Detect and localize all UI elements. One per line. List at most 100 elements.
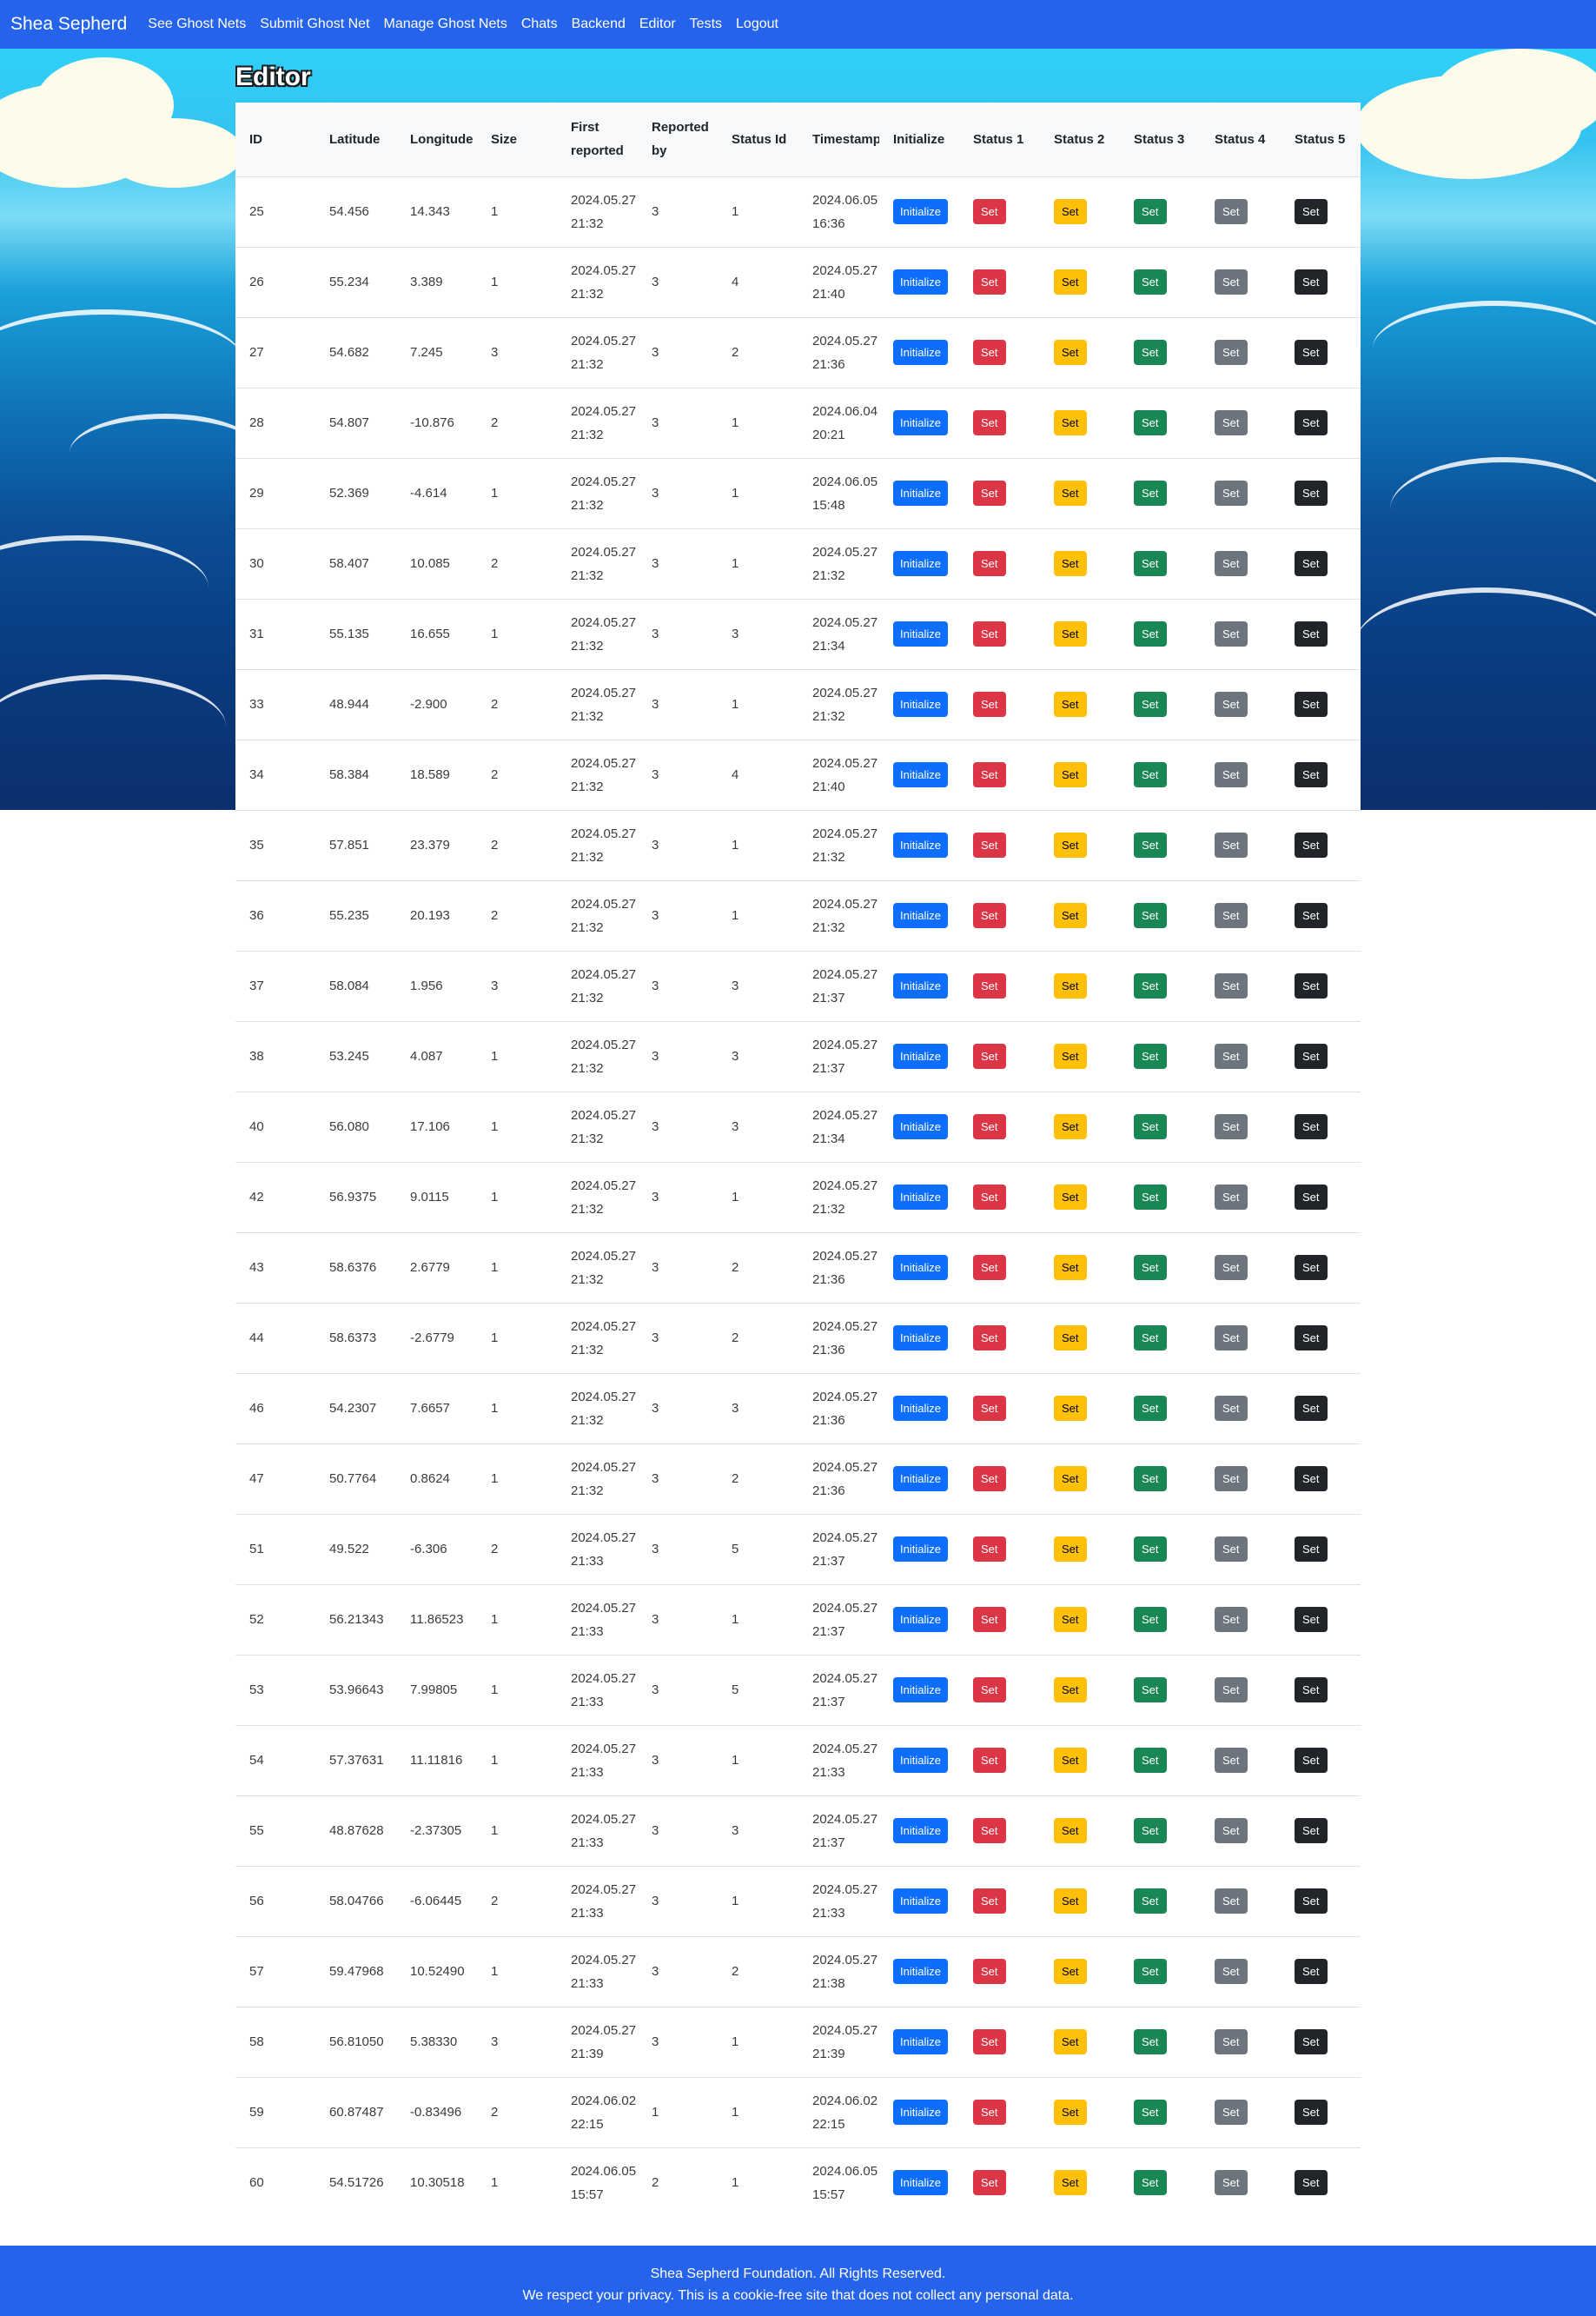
- status-5-set-button[interactable]: Set: [1295, 1185, 1328, 1210]
- status-3-set-button[interactable]: Set: [1134, 1748, 1167, 1773]
- initialize-button[interactable]: Initialize: [893, 1255, 948, 1280]
- initialize-button[interactable]: Initialize: [893, 1114, 948, 1139]
- status-2-set-button[interactable]: Set: [1054, 1818, 1087, 1843]
- status-1-set-button[interactable]: Set: [973, 1255, 1006, 1280]
- status-5-set-button[interactable]: Set: [1295, 692, 1328, 717]
- initialize-button[interactable]: Initialize: [893, 1396, 948, 1421]
- initialize-button[interactable]: Initialize: [893, 1959, 948, 1984]
- status-2-set-button[interactable]: Set: [1054, 2029, 1087, 2054]
- status-4-set-button[interactable]: Set: [1215, 973, 1248, 999]
- status-5-set-button[interactable]: Set: [1295, 2170, 1328, 2196]
- status-3-set-button[interactable]: Set: [1134, 1396, 1167, 1421]
- status-1-set-button[interactable]: Set: [973, 1396, 1006, 1421]
- status-3-set-button[interactable]: Set: [1134, 2100, 1167, 2125]
- status-4-set-button[interactable]: Set: [1215, 621, 1248, 647]
- status-1-set-button[interactable]: Set: [973, 2029, 1006, 2054]
- nav-link-chats[interactable]: Chats: [521, 17, 558, 32]
- status-1-set-button[interactable]: Set: [973, 410, 1006, 435]
- status-4-set-button[interactable]: Set: [1215, 1325, 1248, 1350]
- status-5-set-button[interactable]: Set: [1295, 973, 1328, 999]
- status-1-set-button[interactable]: Set: [973, 1677, 1006, 1702]
- status-5-set-button[interactable]: Set: [1295, 1888, 1328, 1914]
- status-3-set-button[interactable]: Set: [1134, 1466, 1167, 1491]
- status-3-set-button[interactable]: Set: [1134, 1044, 1167, 1069]
- initialize-button[interactable]: Initialize: [893, 410, 948, 435]
- status-5-set-button[interactable]: Set: [1295, 1536, 1328, 1562]
- status-3-set-button[interactable]: Set: [1134, 1607, 1167, 1632]
- status-3-set-button[interactable]: Set: [1134, 1325, 1167, 1350]
- status-3-set-button[interactable]: Set: [1134, 833, 1167, 858]
- initialize-button[interactable]: Initialize: [893, 481, 948, 506]
- initialize-button[interactable]: Initialize: [893, 269, 948, 295]
- status-2-set-button[interactable]: Set: [1054, 410, 1087, 435]
- status-5-set-button[interactable]: Set: [1295, 1396, 1328, 1421]
- status-3-set-button[interactable]: Set: [1134, 340, 1167, 365]
- status-1-set-button[interactable]: Set: [973, 2100, 1006, 2125]
- status-1-set-button[interactable]: Set: [973, 1536, 1006, 1562]
- initialize-button[interactable]: Initialize: [893, 2100, 948, 2125]
- status-4-set-button[interactable]: Set: [1215, 1607, 1248, 1632]
- status-3-set-button[interactable]: Set: [1134, 1255, 1167, 1280]
- status-5-set-button[interactable]: Set: [1295, 551, 1328, 576]
- status-3-set-button[interactable]: Set: [1134, 692, 1167, 717]
- status-5-set-button[interactable]: Set: [1295, 1677, 1328, 1702]
- initialize-button[interactable]: Initialize: [893, 762, 948, 787]
- status-5-set-button[interactable]: Set: [1295, 1044, 1328, 1069]
- status-3-set-button[interactable]: Set: [1134, 199, 1167, 224]
- initialize-button[interactable]: Initialize: [893, 1818, 948, 1843]
- status-4-set-button[interactable]: Set: [1215, 481, 1248, 506]
- status-3-set-button[interactable]: Set: [1134, 269, 1167, 295]
- status-2-set-button[interactable]: Set: [1054, 1396, 1087, 1421]
- status-2-set-button[interactable]: Set: [1054, 199, 1087, 224]
- status-5-set-button[interactable]: Set: [1295, 269, 1328, 295]
- status-1-set-button[interactable]: Set: [973, 903, 1006, 928]
- status-5-set-button[interactable]: Set: [1295, 1325, 1328, 1350]
- status-3-set-button[interactable]: Set: [1134, 551, 1167, 576]
- status-3-set-button[interactable]: Set: [1134, 1536, 1167, 1562]
- status-3-set-button[interactable]: Set: [1134, 481, 1167, 506]
- status-4-set-button[interactable]: Set: [1215, 551, 1248, 576]
- status-5-set-button[interactable]: Set: [1295, 1959, 1328, 1984]
- initialize-button[interactable]: Initialize: [893, 833, 948, 858]
- initialize-button[interactable]: Initialize: [893, 692, 948, 717]
- status-4-set-button[interactable]: Set: [1215, 1114, 1248, 1139]
- status-1-set-button[interactable]: Set: [973, 762, 1006, 787]
- status-1-set-button[interactable]: Set: [973, 833, 1006, 858]
- status-1-set-button[interactable]: Set: [973, 269, 1006, 295]
- initialize-button[interactable]: Initialize: [893, 1748, 948, 1773]
- status-2-set-button[interactable]: Set: [1054, 973, 1087, 999]
- status-4-set-button[interactable]: Set: [1215, 1748, 1248, 1773]
- status-5-set-button[interactable]: Set: [1295, 340, 1328, 365]
- initialize-button[interactable]: Initialize: [893, 1325, 948, 1350]
- status-1-set-button[interactable]: Set: [973, 1044, 1006, 1069]
- status-5-set-button[interactable]: Set: [1295, 1748, 1328, 1773]
- nav-link-backend[interactable]: Backend: [572, 17, 626, 32]
- status-1-set-button[interactable]: Set: [973, 2170, 1006, 2196]
- status-5-set-button[interactable]: Set: [1295, 2100, 1328, 2125]
- status-5-set-button[interactable]: Set: [1295, 762, 1328, 787]
- status-3-set-button[interactable]: Set: [1134, 1818, 1167, 1843]
- status-4-set-button[interactable]: Set: [1215, 1959, 1248, 1984]
- status-4-set-button[interactable]: Set: [1215, 340, 1248, 365]
- initialize-button[interactable]: Initialize: [893, 340, 948, 365]
- status-5-set-button[interactable]: Set: [1295, 481, 1328, 506]
- status-1-set-button[interactable]: Set: [973, 692, 1006, 717]
- status-2-set-button[interactable]: Set: [1054, 621, 1087, 647]
- status-1-set-button[interactable]: Set: [973, 1607, 1006, 1632]
- status-2-set-button[interactable]: Set: [1054, 762, 1087, 787]
- status-1-set-button[interactable]: Set: [973, 1185, 1006, 1210]
- status-4-set-button[interactable]: Set: [1215, 1185, 1248, 1210]
- status-3-set-button[interactable]: Set: [1134, 2029, 1167, 2054]
- initialize-button[interactable]: Initialize: [893, 199, 948, 224]
- initialize-button[interactable]: Initialize: [893, 1466, 948, 1491]
- nav-link-submit-ghost-net[interactable]: Submit Ghost Net: [260, 17, 369, 32]
- status-3-set-button[interactable]: Set: [1134, 1677, 1167, 1702]
- status-1-set-button[interactable]: Set: [973, 1466, 1006, 1491]
- status-3-set-button[interactable]: Set: [1134, 903, 1167, 928]
- nav-link-logout[interactable]: Logout: [736, 17, 778, 32]
- status-2-set-button[interactable]: Set: [1054, 269, 1087, 295]
- nav-link-editor[interactable]: Editor: [639, 17, 676, 32]
- status-5-set-button[interactable]: Set: [1295, 1114, 1328, 1139]
- status-2-set-button[interactable]: Set: [1054, 1114, 1087, 1139]
- initialize-button[interactable]: Initialize: [893, 1185, 948, 1210]
